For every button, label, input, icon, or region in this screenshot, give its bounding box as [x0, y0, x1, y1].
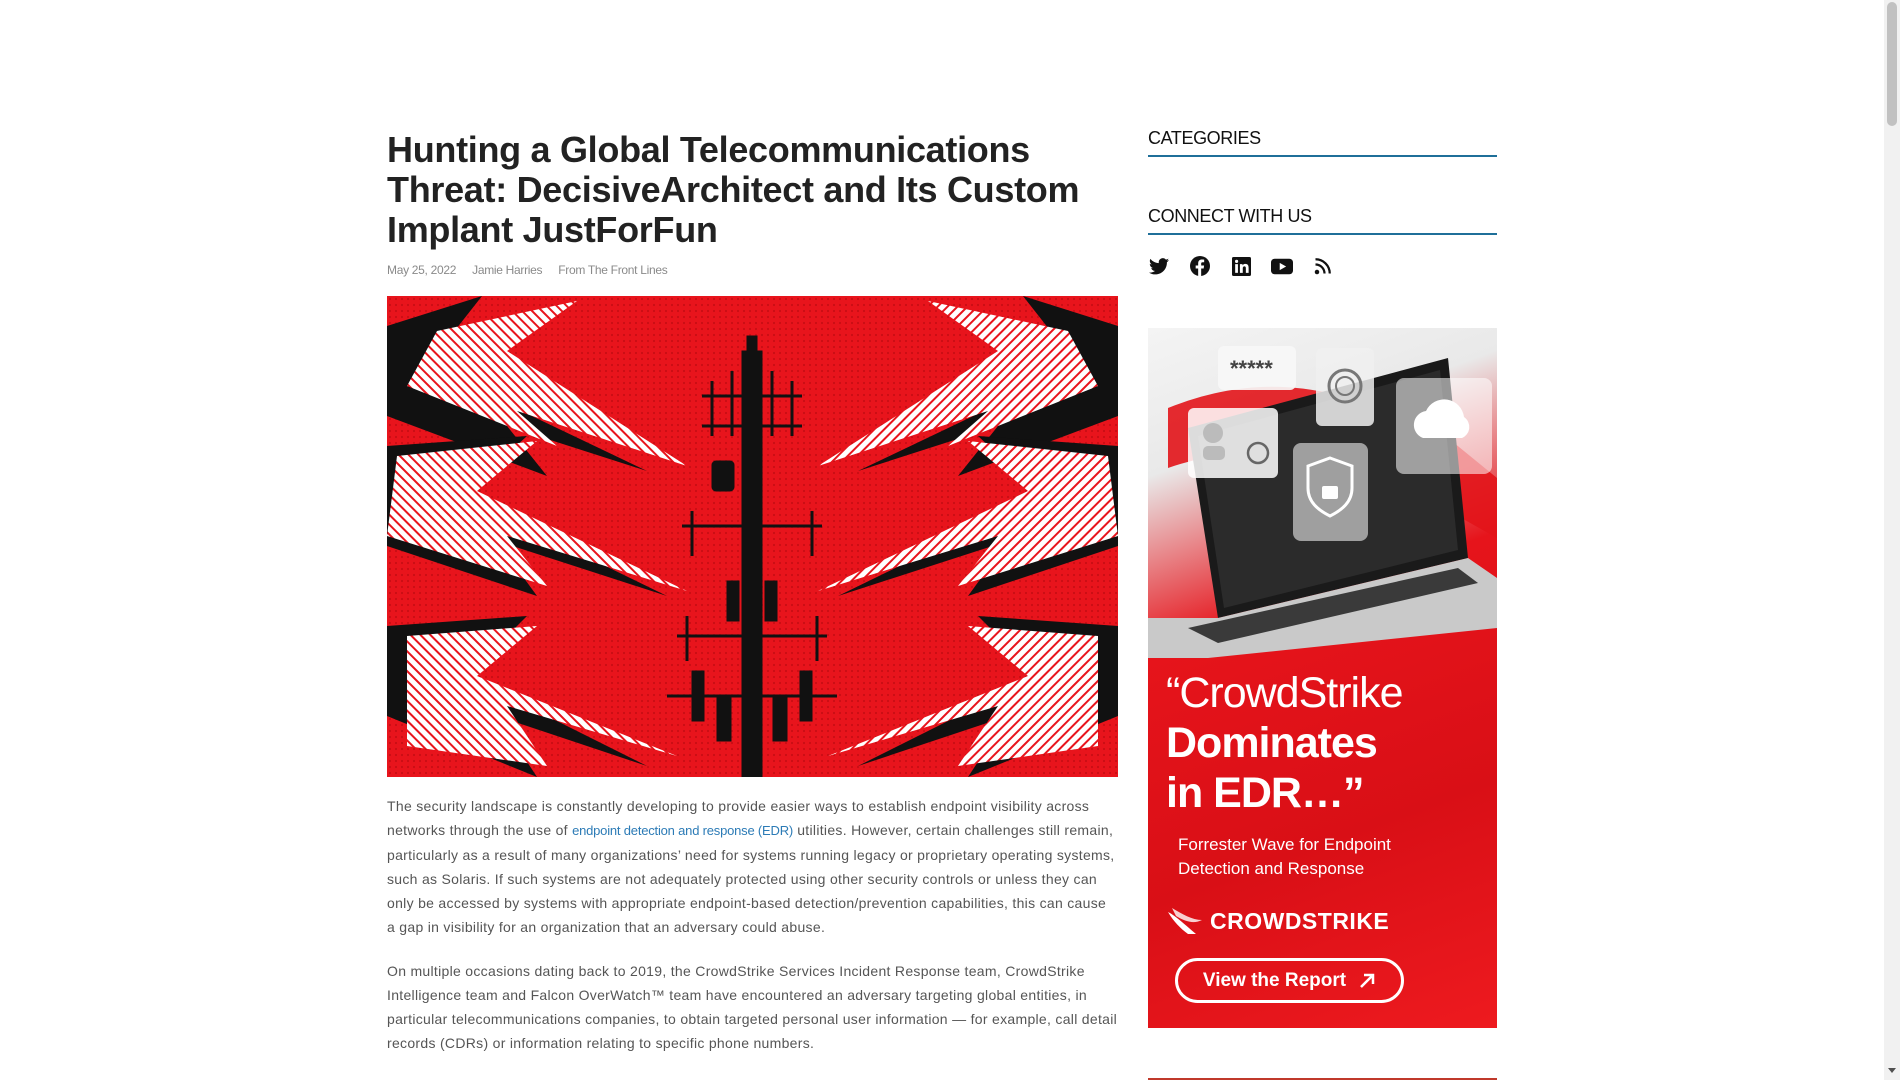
- categories-title: CATEGORIES: [1148, 128, 1497, 157]
- article-title: Hunting a Global Telecommunications Thre…: [387, 129, 1080, 250]
- article-date[interactable]: May 25, 2022: [387, 263, 456, 277]
- connect-title: CONNECT WITH US: [1148, 206, 1497, 235]
- categories-widget: CATEGORIES: [1148, 128, 1497, 160]
- article: Hunting a Global Telecommunications Thre…: [387, 129, 1118, 1051]
- scrollbar-thumb[interactable]: [1887, 2, 1897, 126]
- scroll-down-arrow[interactable]: [1888, 1068, 1896, 1073]
- crowdstrike-ad[interactable]: ***** “CrowdStrike Dominates in EDR…” Fo…: [1148, 328, 1497, 1028]
- twitter-icon[interactable]: [1148, 255, 1170, 277]
- connect-widget: CONNECT WITH US: [1148, 206, 1497, 277]
- scrollbar[interactable]: [1884, 0, 1900, 1080]
- youtube-icon[interactable]: [1271, 255, 1293, 277]
- falcon-icon: [1168, 908, 1202, 934]
- ad-subtitle: Forrester Wave for Endpoint Detection an…: [1178, 835, 1391, 878]
- linkedin-icon[interactable]: [1230, 255, 1252, 277]
- crowdstrike-logo: CROWDSTRIKE: [1166, 906, 1389, 936]
- social-links: [1148, 255, 1497, 277]
- arrow-up-right-icon: [1360, 973, 1375, 988]
- article-body: The security landscape is constantly dev…: [387, 794, 1118, 1075]
- facebook-icon[interactable]: [1189, 255, 1211, 277]
- article-category[interactable]: From The Front Lines: [558, 263, 667, 277]
- article-paragraph: The security landscape is constantly dev…: [387, 798, 1115, 935]
- svg-text:*****: *****: [1230, 356, 1273, 381]
- sidebar: CATEGORIES CONNECT WITH US ***** “CrowdS…: [1148, 128, 1497, 1080]
- view-report-button[interactable]: View the Report: [1175, 958, 1404, 1003]
- rss-icon[interactable]: [1312, 255, 1334, 277]
- article-meta: May 25, 2022 Jamie Harries From The Fron…: [387, 263, 1118, 277]
- laptop-security-illustration: *****: [1148, 346, 1497, 658]
- ad-quote: “CrowdStrike Dominates in EDR…”: [1166, 669, 1404, 817]
- hero-image: [387, 296, 1118, 777]
- article-paragraph: On multiple occasions dating back to 201…: [387, 963, 1118, 1051]
- article-author[interactable]: Jamie Harries: [472, 263, 542, 277]
- edr-link[interactable]: endpoint detection and response (EDR): [572, 823, 793, 838]
